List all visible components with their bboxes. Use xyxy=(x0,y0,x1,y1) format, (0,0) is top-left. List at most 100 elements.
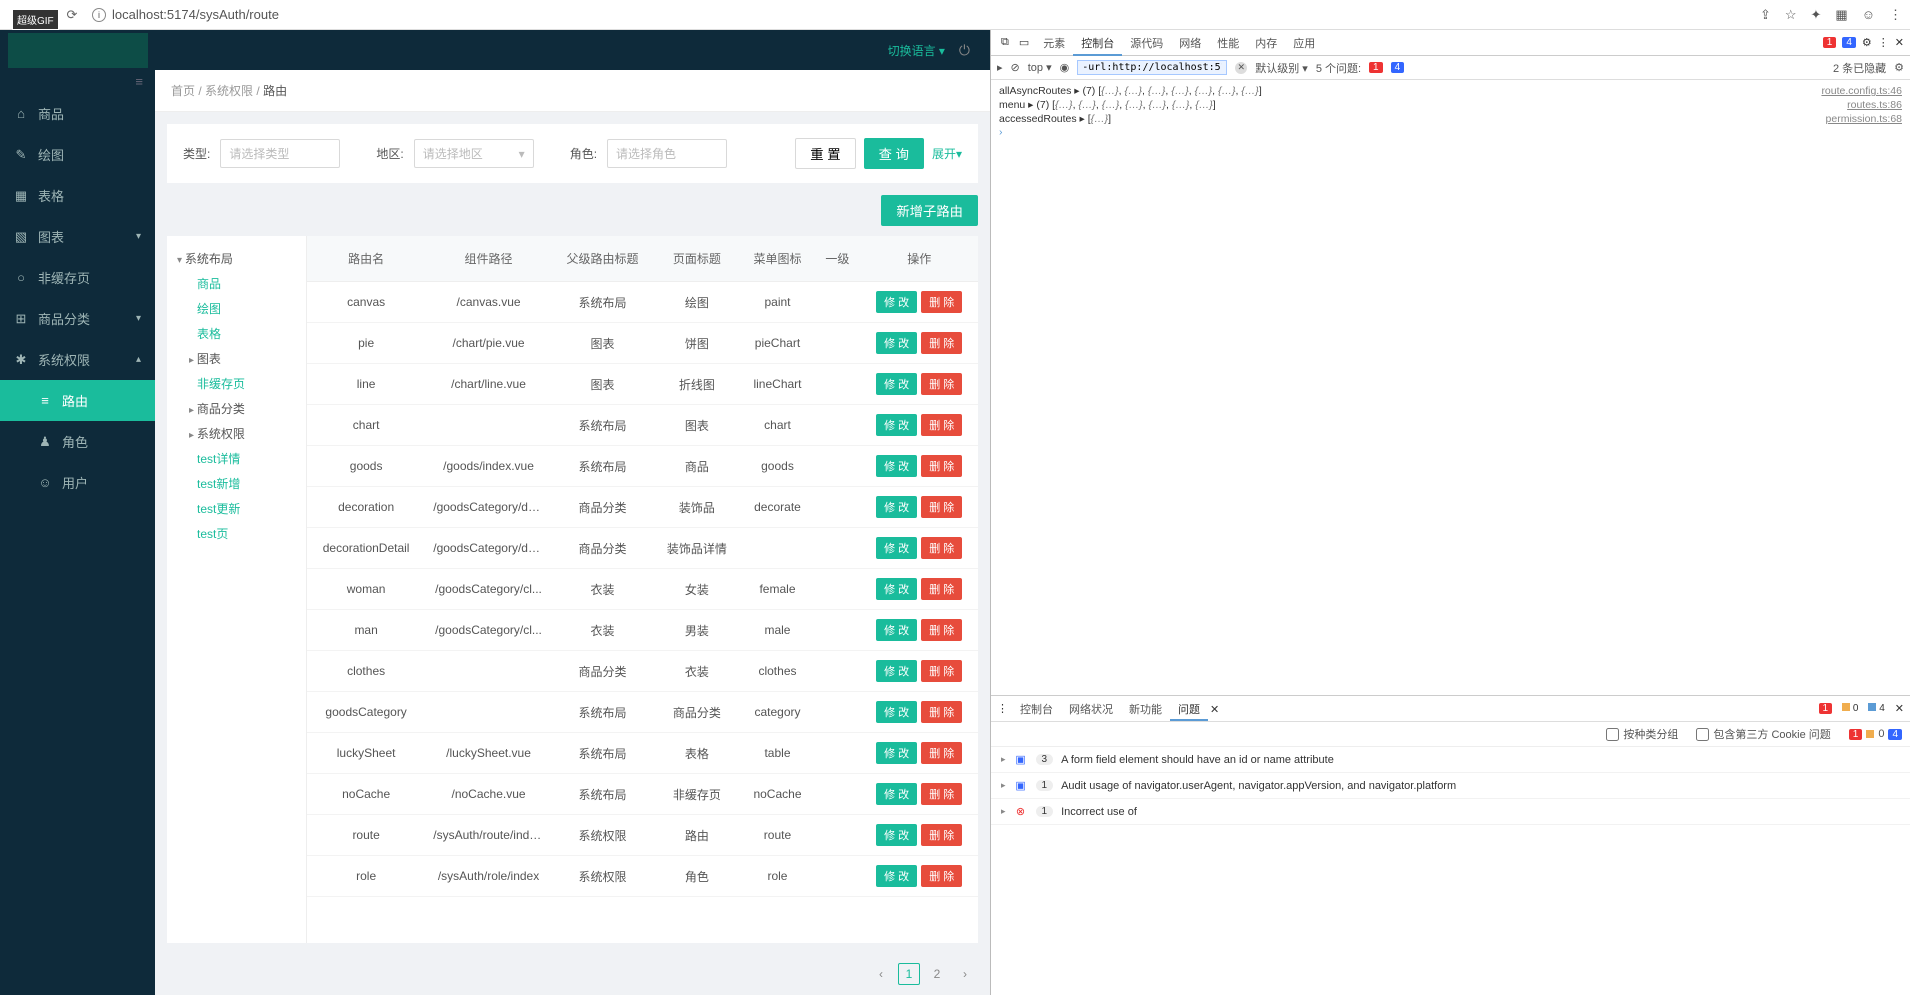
sidebar-item[interactable]: ✱系统权限▴ xyxy=(0,339,155,380)
delete-button[interactable]: 删 除 xyxy=(921,619,962,641)
third-party-cookie-checkbox[interactable] xyxy=(1696,728,1709,741)
breadcrumb-home[interactable]: 首页 xyxy=(171,84,195,98)
sidebar-item[interactable]: ▧图表▾ xyxy=(0,216,155,257)
context-select[interactable]: top ▾ xyxy=(1028,61,1052,74)
devtools-tab[interactable]: 内存 xyxy=(1247,34,1285,54)
grid-icon[interactable]: ▦ xyxy=(1835,7,1847,23)
issue-row[interactable]: ▸⊗1Incorrect use of xyxy=(991,799,1910,825)
error-badge[interactable]: 1 xyxy=(1823,37,1837,48)
console-filter-input[interactable] xyxy=(1077,60,1227,75)
expand-toggle[interactable]: 展开▾ xyxy=(932,145,962,162)
star-icon[interactable]: ☆ xyxy=(1785,7,1797,23)
edit-button[interactable]: 修 改 xyxy=(876,332,917,354)
devtools-tab[interactable]: 控制台 xyxy=(1073,34,1122,56)
edit-button[interactable]: 修 改 xyxy=(876,455,917,477)
sidebar-subitem[interactable]: ☺用户 xyxy=(0,462,155,503)
drawer-close-icon[interactable]: ✕ xyxy=(1895,702,1904,715)
delete-button[interactable]: 删 除 xyxy=(921,578,962,600)
edit-button[interactable]: 修 改 xyxy=(876,373,917,395)
console-line[interactable]: accessedRoutes ▸ [{…}]permission.ts:68 xyxy=(999,112,1902,126)
drawer-tab[interactable]: 新功能 xyxy=(1121,701,1170,719)
delete-button[interactable]: 删 除 xyxy=(921,824,962,846)
info-badge[interactable]: 4 xyxy=(1842,37,1856,48)
drawer-tab[interactable]: 网络状况 xyxy=(1061,701,1121,719)
issue-row[interactable]: ▸▣3A form field element should have an i… xyxy=(991,747,1910,773)
tree-item[interactable]: 商品 xyxy=(175,271,298,296)
tree-item[interactable]: 图表 xyxy=(175,346,298,371)
edit-button[interactable]: 修 改 xyxy=(876,414,917,436)
edit-button[interactable]: 修 改 xyxy=(876,619,917,641)
sidebar-subitem[interactable]: ♟角色 xyxy=(0,421,155,462)
edit-button[interactable]: 修 改 xyxy=(876,496,917,518)
console-settings-icon[interactable]: ⚙ xyxy=(1894,61,1904,74)
page-prev[interactable]: ‹ xyxy=(870,963,892,985)
sidebar-item[interactable]: ○非缓存页 xyxy=(0,257,155,298)
tree-item[interactable]: test新增 xyxy=(175,471,298,496)
type-select[interactable]: 请选择类型 xyxy=(220,139,340,168)
delete-button[interactable]: 删 除 xyxy=(921,291,962,313)
tree-item[interactable]: 商品分类 xyxy=(175,396,298,421)
tree-item[interactable]: 系统权限 xyxy=(175,421,298,446)
delete-button[interactable]: 删 除 xyxy=(921,660,962,682)
role-select[interactable]: 请选择角色 xyxy=(607,139,727,168)
console-clear-icon[interactable]: ⊘ xyxy=(1011,61,1020,74)
edit-button[interactable]: 修 改 xyxy=(876,701,917,723)
menu-icon[interactable]: ⋮ xyxy=(1889,7,1902,23)
edit-button[interactable]: 修 改 xyxy=(876,783,917,805)
source-link[interactable]: route.config.ts:46 xyxy=(1821,85,1902,97)
delete-button[interactable]: 删 除 xyxy=(921,537,962,559)
devtools-tab[interactable]: 源代码 xyxy=(1122,34,1171,54)
query-button[interactable]: 查 询 xyxy=(864,138,924,169)
info-icon[interactable]: i xyxy=(92,8,106,22)
sidebar-item[interactable]: ⊞商品分类▾ xyxy=(0,298,155,339)
devtools-more-icon[interactable]: ⋮ xyxy=(1878,36,1889,49)
edit-button[interactable]: 修 改 xyxy=(876,578,917,600)
sidebar-subitem[interactable]: ≡路由 xyxy=(0,380,155,421)
sidebar-item[interactable]: ✎绘图 xyxy=(0,134,155,175)
sidebar-collapse-icon[interactable]: ≡ xyxy=(0,70,155,93)
page-2[interactable]: 2 xyxy=(926,963,948,985)
source-link[interactable]: routes.ts:86 xyxy=(1847,99,1902,111)
add-child-route-button[interactable]: 新增子路由 xyxy=(881,195,978,226)
language-switch[interactable]: 切换语言 ▾ xyxy=(888,42,945,59)
console-line[interactable]: menu ▸ (7) [{…}, {…}, {…}, {…}, {…}, {…}… xyxy=(999,98,1902,112)
close-tab-icon[interactable]: ✕ xyxy=(1210,704,1219,716)
devtools-tab[interactable]: 性能 xyxy=(1209,34,1247,54)
sidebar-item[interactable]: ⌂商品 xyxy=(0,93,155,134)
extension-icon[interactable]: ✦ xyxy=(1811,7,1822,23)
tree-item[interactable]: test更新 xyxy=(175,496,298,521)
page-next[interactable]: › xyxy=(954,963,976,985)
delete-button[interactable]: 删 除 xyxy=(921,742,962,764)
delete-button[interactable]: 删 除 xyxy=(921,783,962,805)
tree-item[interactable]: 非缓存页 xyxy=(175,371,298,396)
delete-button[interactable]: 删 除 xyxy=(921,455,962,477)
devtools-close-icon[interactable]: ✕ xyxy=(1895,36,1904,49)
delete-button[interactable]: 删 除 xyxy=(921,496,962,518)
breadcrumb-section[interactable]: 系统权限 xyxy=(205,84,253,98)
devtools-settings-icon[interactable]: ⚙ xyxy=(1862,36,1872,49)
delete-button[interactable]: 删 除 xyxy=(921,865,962,887)
edit-button[interactable]: 修 改 xyxy=(876,660,917,682)
source-link[interactable]: permission.ts:68 xyxy=(1826,113,1902,125)
console-prompt[interactable]: › xyxy=(999,126,1902,138)
sidebar-item[interactable]: ▦表格 xyxy=(0,175,155,216)
inspect-icon[interactable]: ⧉ xyxy=(997,36,1013,49)
tree-item[interactable]: 系统布局 xyxy=(175,246,298,271)
reload-icon[interactable]: ⟳ xyxy=(64,7,80,23)
log-level-select[interactable]: 默认级别 ▾ xyxy=(1255,60,1308,76)
device-icon[interactable]: ▭ xyxy=(1015,36,1033,49)
share-icon[interactable]: ⇪ xyxy=(1760,7,1771,23)
devtools-tab[interactable]: 网络 xyxy=(1171,34,1209,54)
delete-button[interactable]: 删 除 xyxy=(921,332,962,354)
edit-button[interactable]: 修 改 xyxy=(876,537,917,559)
console-play-icon[interactable]: ▸ xyxy=(997,61,1003,74)
delete-button[interactable]: 删 除 xyxy=(921,701,962,723)
eye-icon[interactable]: ◉ xyxy=(1060,61,1070,74)
edit-button[interactable]: 修 改 xyxy=(876,291,917,313)
clear-filter-icon[interactable]: ✕ xyxy=(1235,62,1247,74)
drawer-tab[interactable]: 控制台 xyxy=(1012,701,1061,719)
tree-item[interactable]: 表格 xyxy=(175,321,298,346)
console-line[interactable]: allAsyncRoutes ▸ (7) [{…}, {…}, {…}, {…}… xyxy=(999,84,1902,98)
edit-button[interactable]: 修 改 xyxy=(876,824,917,846)
drawer-more-icon[interactable]: ⋮ xyxy=(997,702,1008,715)
